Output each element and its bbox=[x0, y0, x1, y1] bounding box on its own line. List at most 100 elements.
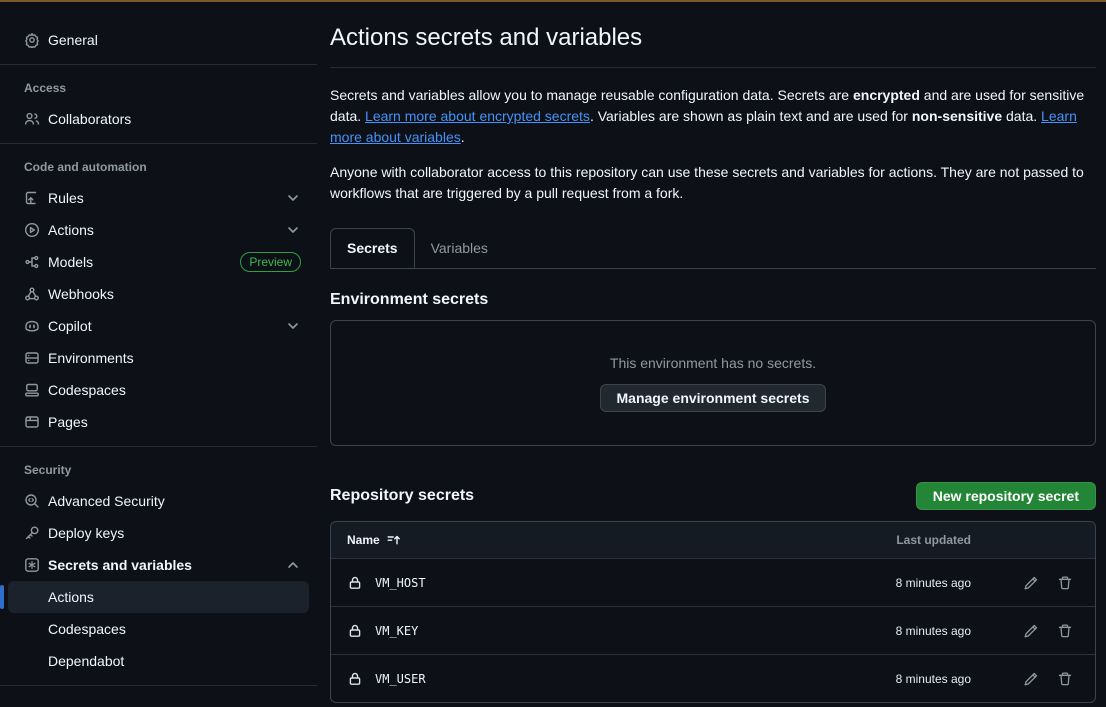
column-header-last-updated: Last updated bbox=[821, 533, 971, 547]
delete-secret-button[interactable] bbox=[1057, 671, 1073, 687]
sidebar-subitem-dependabot[interactable]: Dependabot bbox=[8, 645, 309, 677]
webhook-icon bbox=[24, 286, 40, 302]
sidebar-item-label: Webhooks bbox=[48, 286, 114, 302]
sidebar-item-copilot[interactable]: Copilot bbox=[8, 310, 309, 342]
intro-text: data. bbox=[1002, 108, 1041, 124]
secret-name: VM_HOST bbox=[375, 576, 426, 590]
sidebar-item-webhooks[interactable]: Webhooks bbox=[8, 278, 309, 310]
intro-text: . Variables are shown as plain text and … bbox=[590, 108, 912, 124]
edit-secret-button[interactable] bbox=[1023, 623, 1039, 639]
sidebar-item-label: Models bbox=[48, 254, 93, 270]
sidebar-item-label: Actions bbox=[48, 222, 94, 238]
secret-name: VM_KEY bbox=[375, 624, 418, 638]
sidebar-item-label: Pages bbox=[48, 414, 88, 430]
asterisk-box-icon bbox=[24, 557, 40, 573]
models-icon bbox=[24, 254, 40, 270]
secret-updated: 8 minutes ago bbox=[821, 624, 971, 638]
chevron-up-icon bbox=[285, 557, 301, 573]
title-divider bbox=[330, 67, 1096, 68]
secret-name: VM_USER bbox=[375, 672, 426, 686]
intro-bold-encrypted: encrypted bbox=[853, 87, 920, 103]
sidebar-item-label: Deploy keys bbox=[48, 525, 124, 541]
code-scan-icon bbox=[24, 493, 40, 509]
intro-text: Secrets and variables allow you to manag… bbox=[330, 87, 853, 103]
settings-sidebar: General Access Collaborators Code and au… bbox=[0, 2, 317, 694]
sidebar-item-label: Codespaces bbox=[48, 382, 126, 398]
table-header-row: Name Last updated bbox=[331, 522, 1095, 558]
sidebar-item-collaborators[interactable]: Collaborators bbox=[8, 103, 309, 135]
sidebar-item-actions[interactable]: Actions bbox=[8, 214, 309, 246]
rules-icon bbox=[24, 190, 40, 206]
active-accent-bar bbox=[0, 585, 4, 609]
codespaces-icon bbox=[24, 382, 40, 398]
sidebar-item-advanced-security[interactable]: Advanced Security bbox=[8, 485, 309, 517]
table-row: VM_KEY 8 minutes ago bbox=[331, 606, 1095, 654]
repository-secrets-heading: Repository secrets bbox=[330, 487, 474, 505]
chevron-down-icon bbox=[285, 222, 301, 238]
key-icon bbox=[24, 525, 40, 541]
edit-secret-button[interactable] bbox=[1023, 575, 1039, 591]
sidebar-divider bbox=[0, 64, 317, 65]
manage-environment-secrets-button[interactable]: Manage environment secrets bbox=[600, 384, 827, 412]
sidebar-section-code-automation: Code and automation bbox=[8, 152, 309, 182]
delete-secret-button[interactable] bbox=[1057, 575, 1073, 591]
collaborator-access-paragraph: Anyone with collaborator access to this … bbox=[330, 162, 1096, 204]
lock-icon bbox=[347, 575, 363, 591]
link-learn-encrypted-secrets[interactable]: Learn more about encrypted secrets bbox=[365, 108, 590, 124]
secrets-variables-tabnav: Secrets Variables bbox=[330, 228, 1096, 269]
chevron-down-icon bbox=[285, 190, 301, 206]
sidebar-section-security: Security bbox=[8, 455, 309, 485]
sidebar-subitem-codespaces[interactable]: Codespaces bbox=[8, 613, 309, 645]
environment-secrets-panel: This environment has no secrets. Manage … bbox=[330, 320, 1096, 446]
repository-secrets-table: Name Last updated bbox=[330, 521, 1096, 703]
browser-icon bbox=[24, 414, 40, 430]
lock-icon bbox=[347, 623, 363, 639]
sidebar-item-label: Environments bbox=[48, 350, 134, 366]
server-icon bbox=[24, 350, 40, 366]
sidebar-item-rules[interactable]: Rules bbox=[8, 182, 309, 214]
sidebar-item-general[interactable]: General bbox=[8, 24, 309, 56]
column-header-name[interactable]: Name bbox=[347, 532, 821, 548]
sidebar-subitem-actions[interactable]: Actions bbox=[8, 581, 309, 613]
main-content: Actions secrets and variables Secrets an… bbox=[330, 2, 1106, 703]
repository-secrets-header: Repository secrets New repository secret bbox=[330, 482, 1096, 510]
edit-secret-button[interactable] bbox=[1023, 671, 1039, 687]
sidebar-item-secrets-and-variables[interactable]: Secrets and variables bbox=[8, 549, 309, 581]
sidebar-divider bbox=[0, 143, 317, 144]
name-column-label: Name bbox=[347, 533, 380, 547]
environment-empty-text: This environment has no secrets. bbox=[610, 355, 816, 371]
chevron-down-icon bbox=[285, 318, 301, 334]
intro-bold-non-sensitive: non-sensitive bbox=[912, 108, 1002, 124]
sidebar-item-label: Collaborators bbox=[48, 111, 131, 127]
lock-icon bbox=[347, 671, 363, 687]
sidebar-item-label: General bbox=[48, 32, 98, 48]
gear-icon bbox=[24, 32, 40, 48]
sidebar-divider bbox=[0, 685, 317, 686]
tab-secrets[interactable]: Secrets bbox=[330, 228, 415, 268]
sidebar-item-deploy-keys[interactable]: Deploy keys bbox=[8, 517, 309, 549]
sidebar-item-label: Advanced Security bbox=[48, 493, 165, 509]
table-row: VM_USER 8 minutes ago bbox=[331, 654, 1095, 702]
delete-secret-button[interactable] bbox=[1057, 623, 1073, 639]
preview-badge: Preview bbox=[240, 252, 301, 272]
sidebar-subitem-label: Codespaces bbox=[48, 621, 126, 637]
sidebar-item-pages[interactable]: Pages bbox=[8, 406, 309, 438]
settings-page: General Access Collaborators Code and au… bbox=[0, 0, 1106, 707]
intro-paragraph: Secrets and variables allow you to manag… bbox=[330, 85, 1096, 148]
sidebar-item-models[interactable]: Models Preview bbox=[8, 246, 309, 278]
copilot-icon bbox=[24, 318, 40, 334]
secret-updated: 8 minutes ago bbox=[821, 576, 971, 590]
tab-variables[interactable]: Variables bbox=[415, 228, 504, 268]
sidebar-item-label: Copilot bbox=[48, 318, 92, 334]
new-repository-secret-button[interactable]: New repository secret bbox=[916, 482, 1096, 510]
sidebar-item-codespaces[interactable]: Codespaces bbox=[8, 374, 309, 406]
sidebar-subitem-label: Actions bbox=[48, 589, 94, 605]
page-title: Actions secrets and variables bbox=[330, 24, 1096, 52]
sidebar-item-environments[interactable]: Environments bbox=[8, 342, 309, 374]
play-circle-icon bbox=[24, 222, 40, 238]
sidebar-divider bbox=[0, 446, 317, 447]
table-row: VM_HOST 8 minutes ago bbox=[331, 558, 1095, 606]
sidebar-item-label: Rules bbox=[48, 190, 84, 206]
intro-text: . bbox=[461, 129, 465, 145]
people-icon bbox=[24, 111, 40, 127]
